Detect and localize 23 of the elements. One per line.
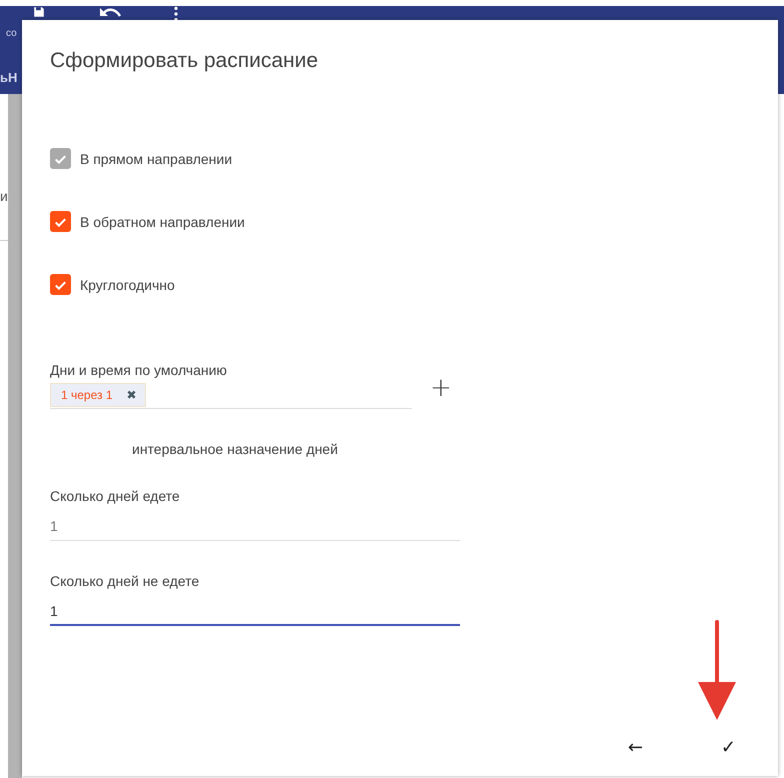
- more-icon[interactable]: [173, 6, 179, 22]
- input-field[interactable]: 1: [50, 518, 460, 541]
- background-text: и: [0, 188, 8, 204]
- checkbox-label: В прямом направлении: [80, 150, 232, 166]
- checkbox[interactable]: [50, 211, 71, 232]
- input-field[interactable]: 1: [50, 603, 460, 626]
- field-label: Дни и время по умолчанию: [50, 362, 228, 378]
- chip[interactable]: 1 через 1 ✖: [50, 383, 146, 407]
- chip-label: 1 через 1: [61, 388, 113, 402]
- confirm-button[interactable]: ✓: [716, 737, 740, 758]
- dialog-title: Сформировать расписание: [50, 48, 320, 74]
- chips-field[interactable]: 1 через 1 ✖: [50, 383, 412, 409]
- background-text: со: [6, 28, 17, 39]
- field-label: Сколько дней не едете: [50, 573, 200, 589]
- add-button[interactable]: +: [430, 377, 452, 399]
- field-label: Сколько дней едете: [50, 488, 181, 504]
- remove-button[interactable]: ✖: [126, 388, 137, 402]
- checkbox-label: В обратном направлении: [80, 214, 245, 230]
- checkbox-label: Круглогодично: [80, 276, 175, 292]
- section-title: интервальное назначение дней: [132, 441, 339, 457]
- back-button[interactable]: ←: [624, 737, 647, 758]
- background-text: ьН: [0, 70, 18, 85]
- checkbox[interactable]: [50, 274, 71, 295]
